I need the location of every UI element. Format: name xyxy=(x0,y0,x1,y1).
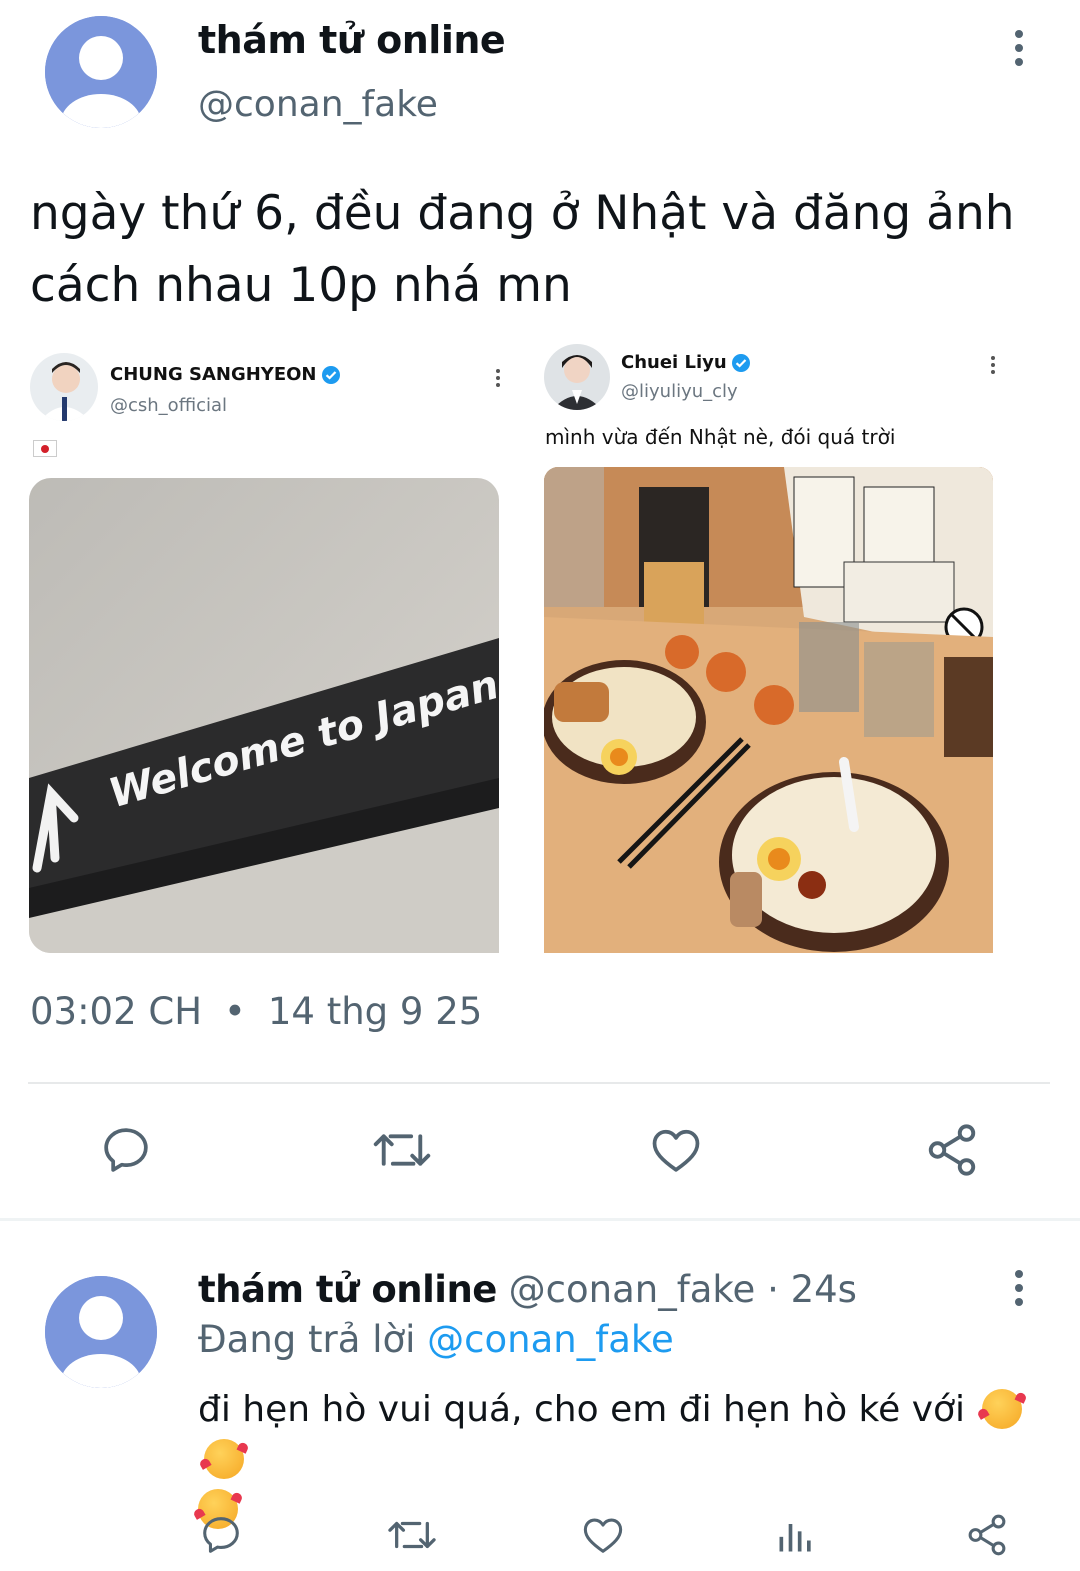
meta-separator: • xyxy=(224,990,246,1033)
reply-icon xyxy=(104,1128,148,1172)
share-button[interactable] xyxy=(922,1120,982,1180)
post-text: ngày thứ 6, đều đang ở Nhật và đăng ảnh … xyxy=(30,186,1015,313)
embed-left-handle: @csh_official xyxy=(110,395,228,416)
reply-author-name[interactable]: thám tử online xyxy=(198,1268,497,1311)
replying-to-link[interactable]: @conan_fake xyxy=(427,1318,674,1361)
views-icon xyxy=(779,1524,811,1552)
smiling-face-with-hearts-icon xyxy=(204,1439,244,1479)
more-options-icon[interactable] xyxy=(1013,30,1025,66)
section-divider xyxy=(0,1218,1080,1221)
reply-author-handle[interactable]: @conan_fake xyxy=(509,1268,756,1311)
verified-badge-icon xyxy=(321,365,340,384)
divider xyxy=(28,1082,1050,1084)
repost-icon xyxy=(373,1134,431,1166)
japan-flag-icon xyxy=(33,440,57,457)
reply-header: thám tử online @conan_fake · 24s xyxy=(198,1268,857,1311)
share-icon xyxy=(928,1124,976,1176)
author-handle[interactable]: @conan_fake xyxy=(198,84,438,125)
verified-badge-icon xyxy=(731,353,750,372)
smiling-face-with-hearts-icon xyxy=(982,1389,1023,1429)
repost-button[interactable] xyxy=(370,1120,434,1180)
embed-right-handle: @liyuliyu_cly xyxy=(621,381,738,402)
reply-like-button[interactable] xyxy=(578,1510,628,1560)
embed-left-avatar xyxy=(30,353,98,421)
reply-share-button[interactable] xyxy=(962,1510,1012,1560)
reply-views-button[interactable] xyxy=(772,1510,820,1560)
reply-text: đi hẹn hò vui quá, cho em đi hẹn hò ké v… xyxy=(198,1389,966,1430)
reply-button[interactable] xyxy=(96,1120,156,1180)
replying-to: Đang trả lời @conan_fake xyxy=(198,1318,674,1361)
like-button[interactable] xyxy=(646,1120,706,1180)
reply-icon xyxy=(203,1517,239,1553)
author-name[interactable]: thám tử online xyxy=(198,18,506,62)
embed-right-text: mình vừa đến Nhật nè, đói quá trời xyxy=(545,425,896,449)
reply-author-avatar[interactable] xyxy=(45,1276,157,1388)
share-icon xyxy=(968,1514,1006,1556)
author-avatar[interactable] xyxy=(45,16,157,128)
default-avatar-icon xyxy=(45,1276,157,1388)
post-timestamp[interactable]: 03:02 CH • 14 thg 9 25 xyxy=(30,990,482,1033)
reply-repost-button[interactable] xyxy=(384,1510,440,1560)
embed-right-more-icon xyxy=(991,356,997,374)
default-avatar-icon xyxy=(45,16,157,128)
embed-left-name: CHUNG SANGHYEON xyxy=(110,364,341,385)
reply-text-block: đi hẹn hò vui quá, cho em đi hẹn hò ké v… xyxy=(198,1385,1058,1535)
like-icon xyxy=(652,1129,700,1172)
ramen-photo xyxy=(544,467,993,953)
reply-more-options-icon[interactable] xyxy=(1013,1270,1025,1306)
embed-right-avatar xyxy=(544,344,610,410)
reply-age: 24s xyxy=(790,1268,857,1311)
embed-left-more-icon xyxy=(496,369,502,387)
post-time: 03:02 CH xyxy=(30,990,203,1033)
welcome-to-japan-photo: Welcome to Japan xyxy=(29,478,499,953)
repost-icon xyxy=(388,1521,436,1549)
like-icon xyxy=(583,1518,623,1553)
reply-reply-button[interactable] xyxy=(196,1510,246,1560)
replying-to-label: Đang trả lời xyxy=(198,1318,416,1361)
post-date: 14 thg 9 25 xyxy=(267,990,483,1033)
reply-separator: · xyxy=(767,1268,779,1311)
embed-right-name: Chuei Liyu xyxy=(621,352,751,373)
